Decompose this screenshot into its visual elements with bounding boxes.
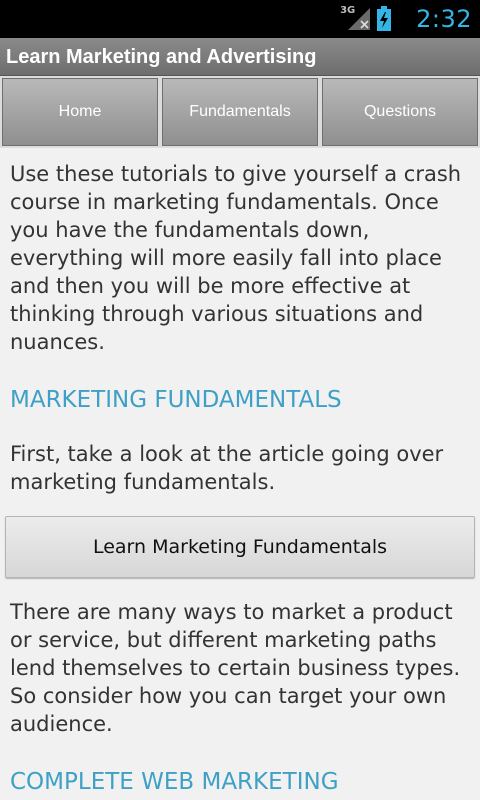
app-title-bar: Learn Marketing and Advertising	[0, 38, 480, 76]
signal-icon	[348, 8, 371, 30]
tab-home[interactable]: Home	[2, 78, 158, 146]
tab-questions[interactable]: Questions	[322, 78, 478, 146]
app-title: Learn Marketing and Advertising	[6, 46, 317, 68]
battery-charging-icon	[377, 6, 392, 31]
clock: 2:32	[416, 5, 472, 33]
tab-fundamentals[interactable]: Fundamentals	[162, 78, 318, 146]
section-heading-complete-web-marketing: COMPLETE WEB MARKETING	[10, 769, 339, 795]
status-bar: 3G 2:32	[0, 0, 480, 38]
tab-bar: Home Fundamentals Questions	[0, 76, 480, 148]
section-text: First, take a look at the article going …	[10, 442, 444, 494]
section-heading-marketing-fundamentals: MARKETING FUNDAMENTALS	[10, 387, 342, 413]
section-text-2: There are many ways to market a product …	[10, 600, 461, 736]
main-content: Use these tutorials to give yourself a c…	[5, 160, 475, 797]
status-right: 3G 2:32	[340, 0, 472, 38]
intro-text: Use these tutorials to give yourself a c…	[10, 162, 462, 354]
learn-marketing-fundamentals-button[interactable]: Learn Marketing Fundamentals	[5, 516, 475, 578]
